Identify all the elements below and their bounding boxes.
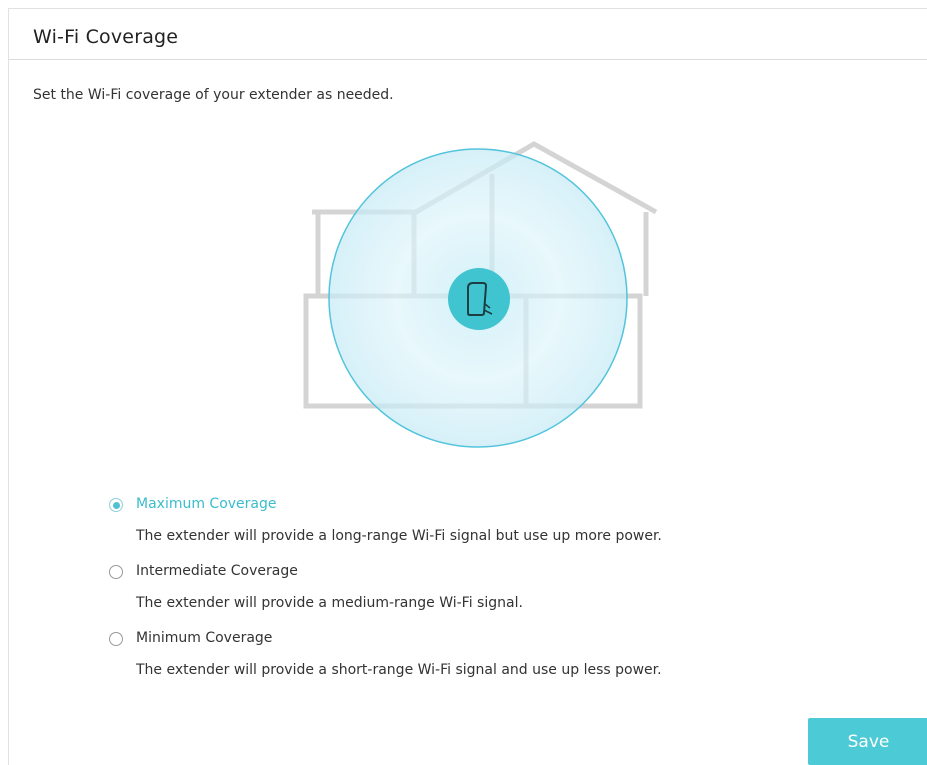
save-button[interactable]: Save xyxy=(808,718,927,765)
option-description-maximum: The extender will provide a long-range W… xyxy=(136,528,662,544)
house-outline-icon xyxy=(303,141,658,448)
title-divider xyxy=(9,59,927,60)
coverage-illustration xyxy=(300,138,660,458)
option-label-minimum[interactable]: Minimum Coverage xyxy=(136,630,272,646)
option-description-minimum: The extender will provide a short-range … xyxy=(136,662,662,678)
option-label-maximum[interactable]: Maximum Coverage xyxy=(136,496,277,512)
option-label-intermediate[interactable]: Intermediate Coverage xyxy=(136,563,298,579)
option-description-intermediate: The extender will provide a medium-range… xyxy=(136,595,523,611)
page-title: Wi-Fi Coverage xyxy=(33,26,179,48)
option-minimum-coverage: Minimum Coverage The extender will provi… xyxy=(106,628,866,695)
option-maximum-coverage: Maximum Coverage The extender will provi… xyxy=(106,494,866,561)
option-intermediate-coverage: Intermediate Coverage The extender will … xyxy=(106,561,866,628)
coverage-options: Maximum Coverage The extender will provi… xyxy=(106,494,866,695)
page-description: Set the Wi-Fi coverage of your extender … xyxy=(33,87,394,103)
radio-intermediate-coverage[interactable] xyxy=(109,565,123,579)
extender-device-icon xyxy=(448,268,510,330)
radio-minimum-coverage[interactable] xyxy=(109,632,123,646)
radio-maximum-coverage[interactable] xyxy=(109,498,123,512)
